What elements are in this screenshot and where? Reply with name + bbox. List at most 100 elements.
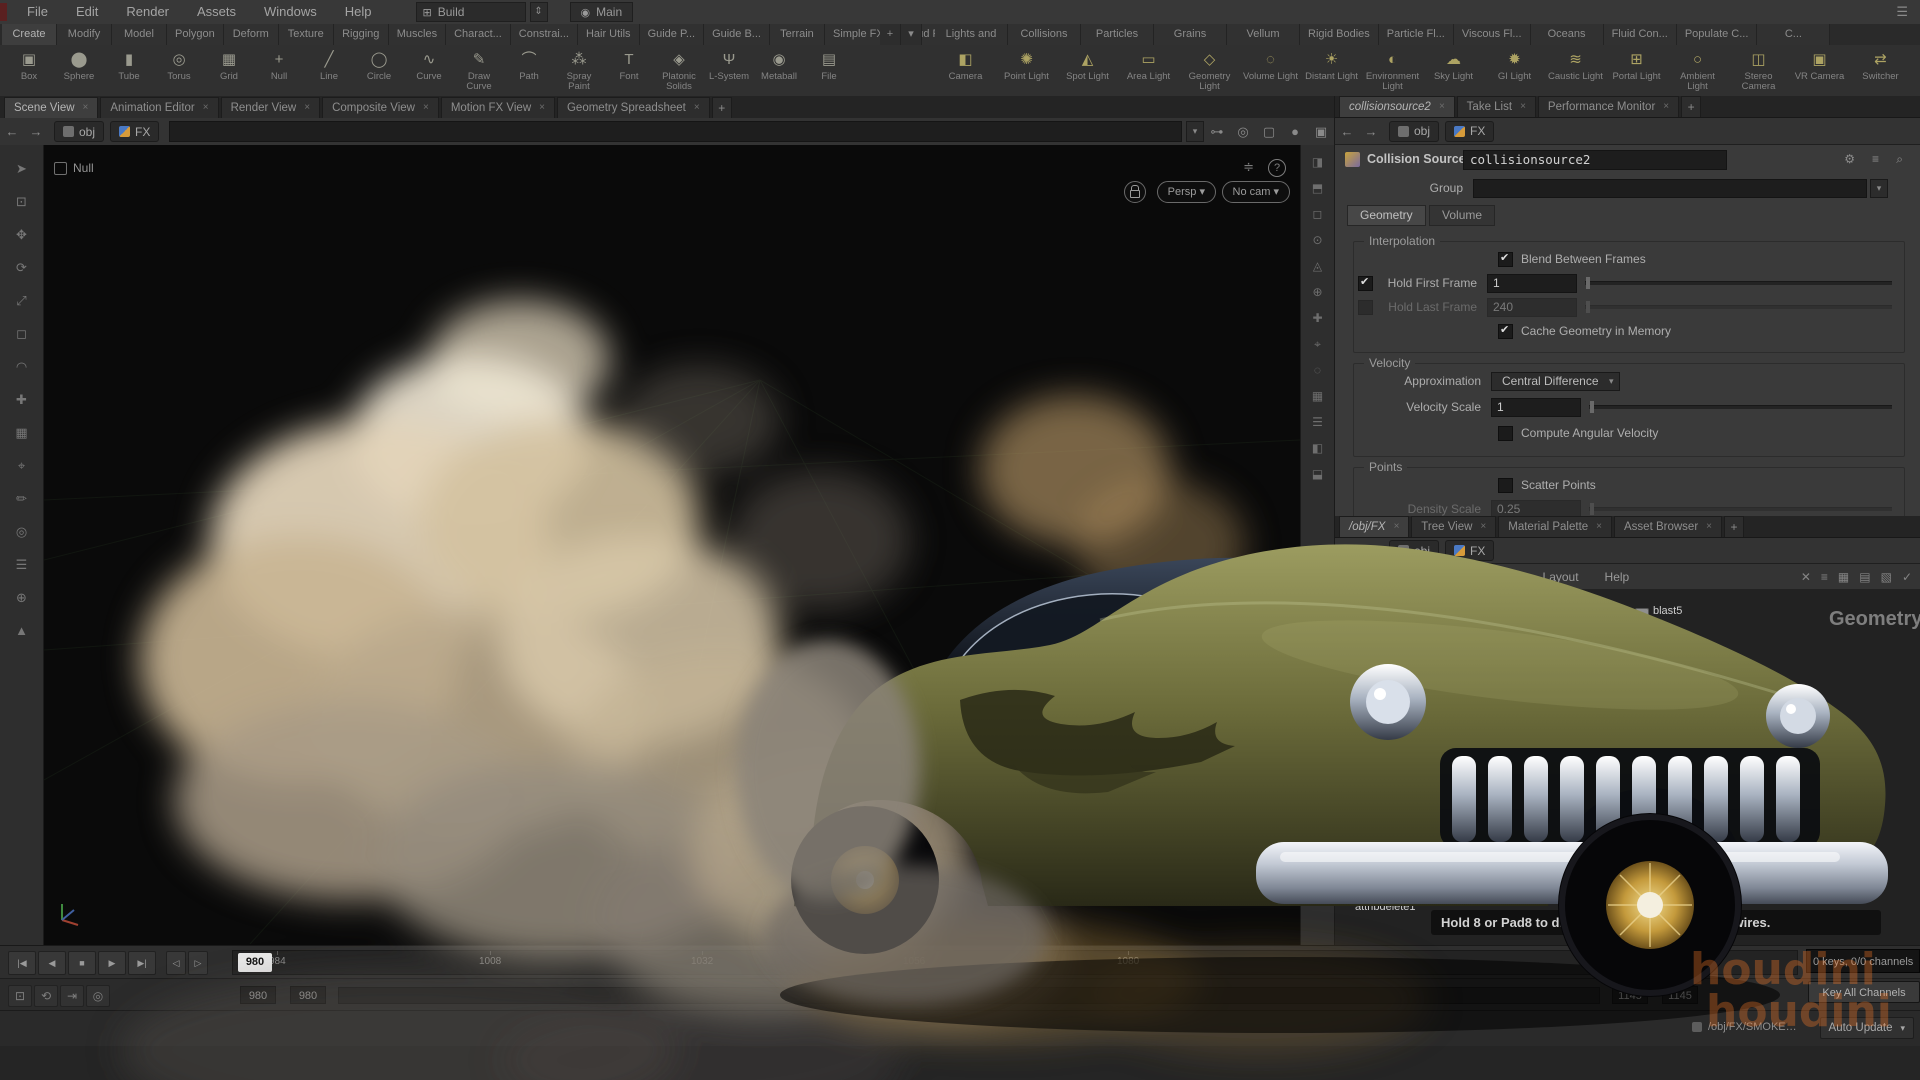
viewport-strip-icon[interactable]: ☰ <box>1312 415 1323 429</box>
shelf-tab[interactable]: Grains <box>1154 24 1227 45</box>
viewport-tool-icon[interactable]: ◎ <box>10 520 34 544</box>
network-chip[interactable]: FX <box>1445 540 1494 561</box>
slider-knob[interactable] <box>1586 277 1590 289</box>
view-selector[interactable]: Persp ▾ <box>1157 181 1216 203</box>
attribdelete-node[interactable] <box>1357 882 1429 899</box>
cache-checkbox[interactable] <box>1498 324 1513 339</box>
shelf-tab[interactable]: Modify <box>57 24 112 45</box>
shelf-tool[interactable]: ∿ Curve <box>404 47 454 92</box>
shelf-tab[interactable]: Fluid Con... <box>1604 24 1677 45</box>
shelf-tab[interactable]: Deform <box>224 24 279 45</box>
key-all-channels-button[interactable]: Key All Channels <box>1808 981 1920 1003</box>
shelf-tool[interactable]: ◐ Environment Light <box>1362 47 1423 92</box>
update-mode-selector[interactable]: Auto Update ▾ <box>1820 1017 1914 1039</box>
audio-icon[interactable]: ◎ <box>86 985 110 1007</box>
viewport-tool-icon[interactable]: ▦ <box>10 421 34 445</box>
network-menu-item[interactable]: View <box>1424 570 1476 584</box>
shelf-tab[interactable]: Rigid Bodies <box>1300 24 1379 45</box>
shelf-tab[interactable]: Constrai... <box>511 24 578 45</box>
shelf-tab[interactable]: Oceans <box>1531 24 1604 45</box>
pane-tab[interactable]: /obj/FX × <box>1339 516 1409 537</box>
viewport-strip-icon[interactable]: ⬒ <box>1312 181 1323 195</box>
grid-icon[interactable]: ▦ <box>1838 570 1849 584</box>
pane-tab[interactable]: collisionsource2 × <box>1339 96 1455 117</box>
align-icon[interactable]: ▤ <box>1859 570 1870 584</box>
pane-tab[interactable]: Composite View × <box>322 97 439 118</box>
step-mode-icon[interactable]: ⇥ <box>60 985 84 1007</box>
tab-close-icon[interactable]: × <box>539 98 545 118</box>
step-back-button[interactable]: ◁ <box>166 951 186 975</box>
camera-selector[interactable]: No cam ▾ <box>1222 181 1290 203</box>
hold-first-checkbox[interactable] <box>1358 276 1373 291</box>
shelf-tool[interactable]: ◧ Camera <box>935 47 996 92</box>
shelf-tab[interactable]: Model <box>112 24 167 45</box>
box-display-icon[interactable]: ▢ <box>1256 124 1282 140</box>
wire-cut-icon[interactable]: ✕ <box>1801 570 1811 584</box>
network-chip[interactable]: FX <box>1445 121 1494 142</box>
tab-close-icon[interactable]: × <box>694 98 700 118</box>
network-menu-item[interactable]: Tools <box>1476 570 1530 584</box>
desktop-selector[interactable]: ⊞ Build <box>416 2 526 22</box>
viewport-strip-icon[interactable]: ◻ <box>1313 207 1323 221</box>
tab-close-icon[interactable]: × <box>1480 517 1486 537</box>
pane-tab[interactable]: Performance Monitor × <box>1538 96 1679 117</box>
shelf-tool[interactable]: ◭ Spot Light <box>1057 47 1118 92</box>
pane-tab[interactable]: Asset Browser × <box>1614 516 1722 537</box>
shelf-tool[interactable]: ◯ Circle <box>354 47 404 92</box>
pane-tab[interactable]: Motion FX View × <box>441 97 555 118</box>
desktop-stepper-icon[interactable]: ⇕ <box>530 2 548 22</box>
stop-button[interactable]: ■ <box>68 951 96 975</box>
shelf-tool[interactable]: ◇ Geometry Light <box>1179 47 1240 92</box>
shelf-tool[interactable]: ◈ Platonic Solids <box>654 47 704 92</box>
range-start-field[interactable]: 980 <box>240 986 276 1004</box>
shelf-tool[interactable]: ╱ Line <box>304 47 354 92</box>
hold-last-checkbox[interactable] <box>1358 300 1373 315</box>
shade-icon[interactable]: ▧ <box>1881 570 1892 584</box>
tab-close-icon[interactable]: × <box>1663 97 1669 117</box>
scene-viewport[interactable]: Null ≑ ? Persp ▾ No cam ▾ <box>44 145 1300 945</box>
shelf-tool[interactable]: ◉ Metaball <box>754 47 804 92</box>
viewport-tool-icon[interactable]: ⟳ <box>10 256 34 280</box>
shelf-tool[interactable]: ▭ Area Light <box>1118 47 1179 92</box>
node-list-icon[interactable]: ≡ <box>1821 570 1828 584</box>
shelf-add-icon[interactable]: + <box>880 24 901 45</box>
new-pane-tab-icon[interactable]: + <box>712 97 732 118</box>
pane-tab[interactable]: Geometry Spreadsheet × <box>557 97 710 118</box>
shelf-tab[interactable]: Polygon <box>167 24 224 45</box>
group-select-arrow-icon[interactable]: ▾ <box>1870 179 1888 198</box>
hold-last-input[interactable]: 240 <box>1487 298 1577 317</box>
shelf-tab[interactable]: Particle Fl... <box>1379 24 1454 45</box>
shelf-tab[interactable]: Vellum <box>1227 24 1300 45</box>
menu-item[interactable]: File <box>13 0 62 24</box>
shelf-tool[interactable]: ⬤ Sphere <box>54 47 104 92</box>
search-icon[interactable]: ⌕ <box>1896 152 1903 167</box>
viewport-strip-icon[interactable]: ✚ <box>1312 311 1322 325</box>
velocity-scale-input[interactable]: 1 <box>1491 398 1581 417</box>
viewport-strip-icon[interactable]: ⊕ <box>1312 285 1322 299</box>
menu-overflow-icon[interactable]: ☰ <box>1896 4 1908 20</box>
shelf-tab[interactable]: Viscous Fl... <box>1454 24 1531 45</box>
network-menu-item[interactable]: Layout <box>1530 570 1592 584</box>
blend-checkbox[interactable] <box>1498 252 1513 267</box>
viewport-tool-icon[interactable]: ✏ <box>10 487 34 511</box>
tab-close-icon[interactable]: × <box>1393 517 1399 537</box>
viewport-tool-icon[interactable]: ◠ <box>10 355 34 379</box>
shelf-tool[interactable]: ▦ Grid <box>204 47 254 92</box>
tab-volume[interactable]: Volume <box>1429 205 1495 226</box>
pane-tab[interactable]: Scene View × <box>4 97 98 118</box>
tab-close-icon[interactable]: × <box>203 98 209 118</box>
approximation-select[interactable]: Central Difference <box>1491 372 1620 391</box>
context-chip[interactable]: obj <box>54 121 104 142</box>
back-icon[interactable]: ← <box>1335 543 1359 558</box>
target-icon[interactable]: ◎ <box>1230 124 1256 140</box>
forward-icon[interactable]: → <box>1359 543 1383 558</box>
gear-icon[interactable]: ⚙ <box>1844 152 1855 166</box>
lock-camera-icon[interactable] <box>1124 181 1146 203</box>
new-pane-tab-icon[interactable]: + <box>1724 516 1744 537</box>
context-chip[interactable]: obj <box>1389 121 1439 142</box>
forward-icon[interactable]: → <box>1359 124 1383 139</box>
list-icon[interactable]: ≡ <box>1872 152 1879 166</box>
shelf-tab[interactable]: Collisions <box>1008 24 1081 45</box>
shelf-tab[interactable]: Particles <box>1081 24 1154 45</box>
viewport-strip-icon[interactable]: ◨ <box>1312 155 1323 169</box>
